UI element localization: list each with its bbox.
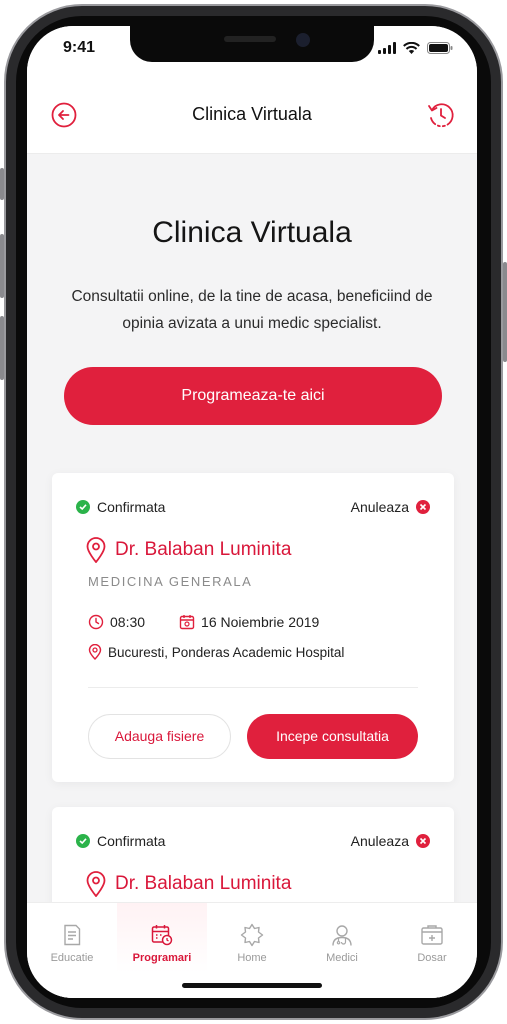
tab-label: Home — [237, 952, 267, 964]
tab-label: Dosar — [417, 952, 447, 964]
appointment-time: 08:30 — [110, 614, 146, 630]
cancel-button[interactable]: Anuleaza — [351, 499, 430, 515]
appointment-card: Confirmata Anuleaza Dr. Balaban Luminita… — [52, 473, 454, 782]
medical-folder-icon — [421, 925, 443, 945]
history-clock-icon[interactable] — [427, 101, 455, 129]
status-confirmed: Confirmata — [76, 833, 165, 849]
volume-down-button — [0, 316, 4, 380]
nav-bar: Clinica Virtuala — [27, 70, 477, 154]
tab-dosar[interactable]: Dosar — [387, 903, 477, 973]
page-title: Clinica Virtuala — [152, 216, 352, 249]
star-badge-icon — [240, 923, 264, 947]
tab-label: Medici — [326, 952, 358, 964]
specialty-label: MEDICINA GENERALA — [88, 574, 253, 589]
tab-label: Educatie — [50, 952, 94, 964]
battery-icon — [427, 42, 453, 54]
tab-programari[interactable]: Programari — [117, 903, 207, 973]
check-circle-icon — [76, 834, 90, 848]
status-time: 9:41 — [63, 39, 96, 56]
appointment-datetime: 08:30 16 Noiembrie 2019 — [88, 614, 319, 630]
calendar-clock-icon — [151, 925, 173, 946]
status-icons — [378, 42, 453, 54]
tab-medici[interactable]: Medici — [297, 903, 387, 973]
volume-up-button — [0, 234, 4, 298]
doctor-name: Dr. Balaban Luminita — [115, 539, 292, 560]
front-camera — [296, 33, 310, 47]
wifi-icon — [403, 42, 420, 54]
location-pin-icon — [86, 871, 106, 897]
appointment-date: 16 Noiembrie 2019 — [201, 614, 320, 630]
doctor-name: Dr. Balaban Luminita — [115, 873, 292, 894]
mute-switch — [0, 168, 4, 200]
status-confirmed: Confirmata — [76, 499, 165, 515]
location-pin-icon — [88, 644, 102, 660]
location-text: Bucuresti, Ponderas Academic Hospital — [108, 644, 345, 660]
tab-educatie[interactable]: Educatie — [27, 903, 117, 973]
tab-home[interactable]: Home — [207, 903, 297, 973]
notch — [130, 26, 374, 62]
cancel-label: Anuleaza — [350, 833, 409, 849]
page-subtitle: Consultatii online, de la tine de acasa,… — [71, 288, 433, 332]
tab-label: Programari — [132, 952, 192, 964]
doctor-row: Dr. Balaban Luminita — [86, 537, 291, 563]
check-circle-icon — [76, 500, 90, 514]
status-label: Confirmata — [97, 499, 166, 515]
status-label: Confirmata — [97, 833, 166, 849]
cancel-label: Anuleaza — [350, 499, 409, 515]
start-consultation-button[interactable]: Incepe consultatia — [247, 714, 418, 759]
speaker — [224, 36, 276, 42]
nav-title: Clinica Virtuala — [192, 104, 312, 124]
close-circle-icon — [416, 500, 430, 514]
close-circle-icon — [416, 834, 430, 848]
book-appointment-button[interactable]: Programeaza-te aici — [64, 367, 442, 425]
divider — [88, 687, 418, 688]
clock-icon — [88, 614, 104, 630]
home-indicator[interactable] — [182, 983, 322, 988]
power-button — [503, 262, 507, 362]
appointment-location: Bucuresti, Ponderas Academic Hospital — [88, 644, 344, 660]
doctor-row: Dr. Balaban Luminita — [86, 871, 291, 897]
doctor-icon — [332, 925, 352, 946]
cancel-button[interactable]: Anuleaza — [351, 833, 430, 849]
document-icon — [64, 924, 81, 946]
app-screen: 9:41 Clinica Virtuala Clinica Virtuala C… — [27, 26, 477, 998]
add-files-button[interactable]: Adauga fisiere — [88, 714, 231, 759]
signal-icon — [378, 42, 396, 54]
location-pin-icon — [86, 537, 106, 563]
calendar-icon — [179, 615, 195, 630]
